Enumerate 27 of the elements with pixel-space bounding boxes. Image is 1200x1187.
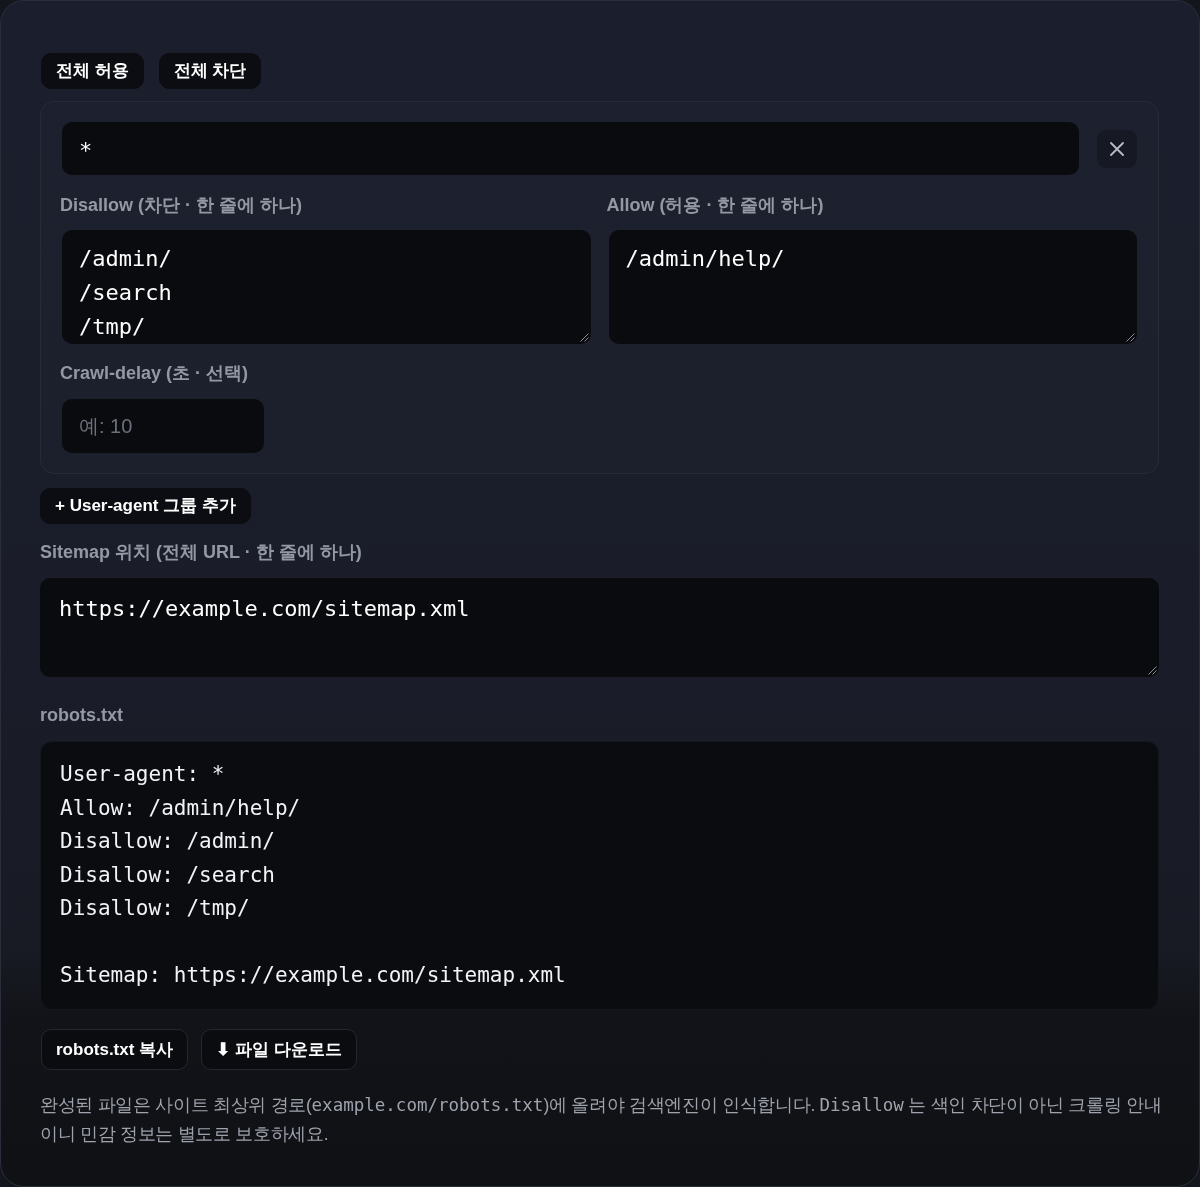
- user-agent-input[interactable]: *: [62, 122, 1079, 175]
- action-button[interactable]: ⬇ 파일 다운로드: [201, 1029, 357, 1070]
- code-line: Allow: /admin/help/: [60, 794, 301, 822]
- add-group-button[interactable]: + User-agent 그룹 추가: [40, 488, 251, 524]
- preset-button[interactable]: 전체 차단: [158, 53, 262, 89]
- field-label: Sitemap 위치 (전체 URL · 한 줄에 하나): [40, 541, 362, 563]
- allow-field[interactable]: /admin/help/: [608, 230, 1137, 344]
- disallow-field[interactable]: /admin/ /search /tmp/: [62, 230, 591, 344]
- action-button[interactable]: robots.txt 복사: [41, 1029, 189, 1070]
- close-icon: [1110, 141, 1124, 156]
- code-line: User-agent: *: [60, 761, 225, 788]
- field-label: Crawl-delay (초 · 선택): [60, 362, 249, 384]
- code-line: Disallow: /admin/: [60, 828, 275, 855]
- code-line: Disallow: /search: [60, 861, 275, 889]
- resize-grip-icon: [579, 333, 589, 342]
- field-label: Allow (허용 · 한 줄에 하나): [606, 194, 824, 216]
- preset-button[interactable]: 전체 허용: [41, 53, 144, 89]
- close-button[interactable]: [1097, 129, 1137, 168]
- code-line: Sitemap: https://example.com/sitemap.xml: [60, 962, 566, 989]
- resize-grip-icon: [1126, 333, 1135, 342]
- help-text: 완성된 파일은 사이트 최상위 경로(example.com/robots.txt)에 올려야 검색엔진이 인식합니다. Disallow 는 색인 차단이 아닌 크롤링 안내이니 민감 정보는 별도로 보호하세요.: [40, 1094, 1163, 1146]
- resize-grip-icon: [1148, 666, 1157, 675]
- code-line: Disallow: /tmp/: [60, 895, 250, 922]
- output-label: robots.txt: [40, 704, 123, 726]
- crawl-delay-input[interactable]: 예: 10: [62, 399, 264, 453]
- field-label: Disallow (차단 · 한 줄에 하나): [60, 194, 302, 216]
- sitemap-field[interactable]: https://example.com/sitemap.xml: [40, 578, 1159, 677]
